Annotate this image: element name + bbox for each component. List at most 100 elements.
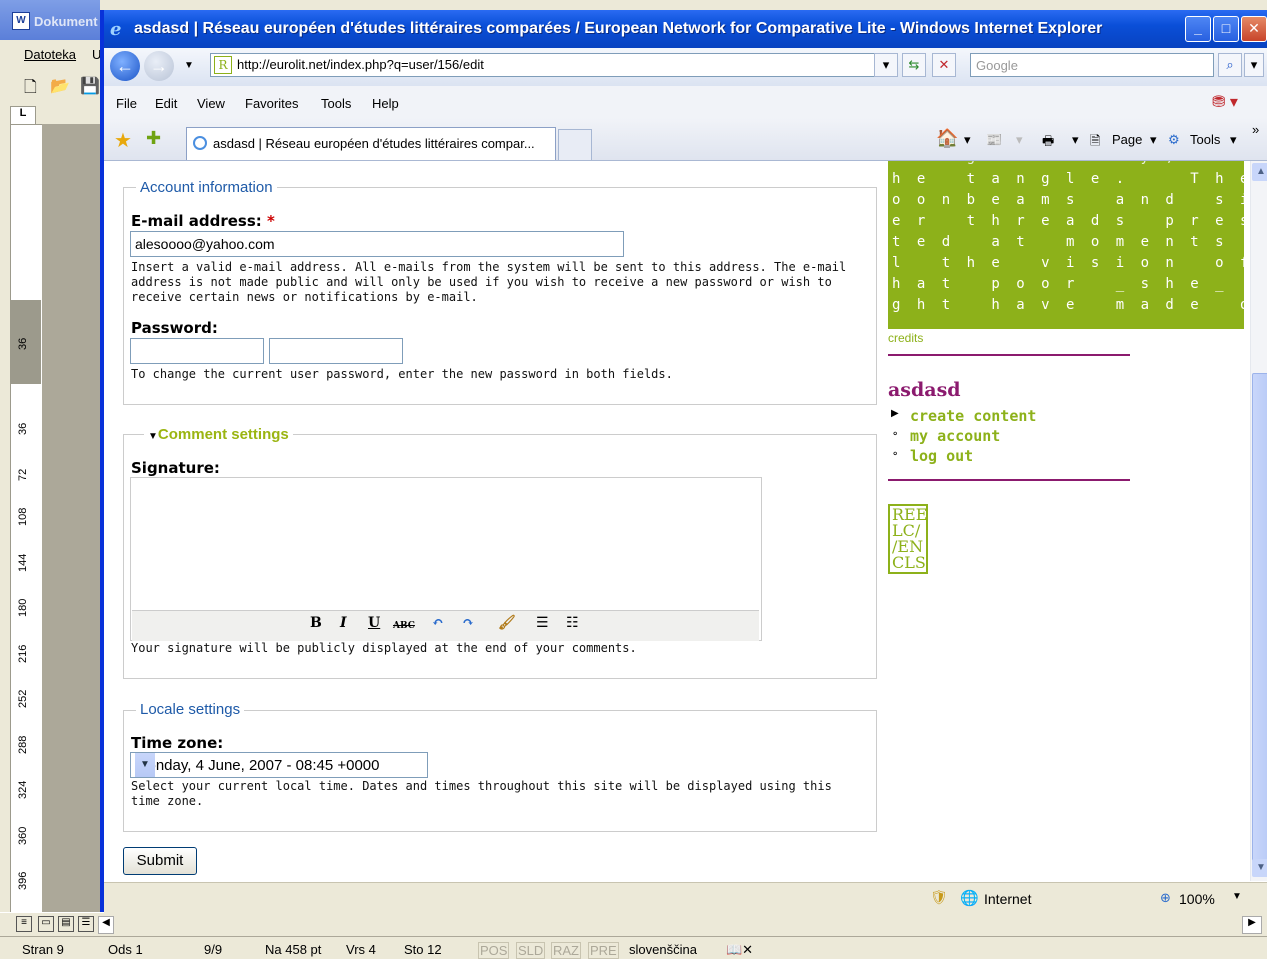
save-icon[interactable]: 💾	[80, 76, 100, 96]
page-dropdown-icon[interactable]: ▾	[1150, 132, 1157, 148]
italic-icon[interactable]: I	[340, 615, 347, 631]
address-dropdown-icon[interactable]: ▾	[874, 53, 898, 77]
scroll-down-icon[interactable]: ▼	[1252, 859, 1267, 877]
search-options-icon[interactable]: ▾	[1244, 53, 1264, 77]
word-menu-file[interactable]: Datoteka	[24, 47, 76, 62]
spelling-status-icon[interactable]: 📖✕	[726, 942, 753, 958]
gear-icon[interactable]: ⚙	[1168, 132, 1180, 148]
email-label: E-mail address: *	[131, 212, 275, 230]
ie-navigation-bar: ← → ▼ R http://eurolit.net/index.php?q=u…	[104, 48, 1267, 86]
stop-icon[interactable]: ✕	[932, 53, 956, 77]
scroll-left-icon[interactable]: ◀	[98, 916, 114, 934]
scroll-right-icon[interactable]: ▶	[1242, 916, 1262, 934]
search-input[interactable]: Google	[970, 53, 1214, 77]
history-dropdown-icon[interactable]: ▼	[184, 60, 194, 71]
scroll-thumb[interactable]	[1252, 373, 1267, 865]
collapse-triangle-icon: ▼	[148, 431, 158, 442]
browser-tab[interactable]: asdasd | Réseau européen d'études littér…	[186, 127, 556, 160]
ie-logo-icon: e	[110, 19, 122, 40]
zoom-icon: ⊕	[1160, 890, 1171, 905]
strikethrough-icon[interactable]: ABC	[393, 621, 415, 631]
minimize-icon[interactable]: _	[1185, 16, 1211, 42]
required-mark: *	[267, 212, 275, 230]
word-page-gutter	[42, 124, 100, 914]
chevron-more-icon[interactable]: »	[1252, 122, 1259, 137]
credits-link[interactable]: credits	[888, 331, 923, 345]
protected-mode-icon[interactable]: 🛡	[930, 889, 948, 906]
feeds-icon[interactable]: 📰	[986, 132, 1002, 148]
vertical-ruler[interactable]: 36 36 72 108 144 180 216 252 288 324 360 396	[10, 124, 44, 916]
locale-legend: Locale settings	[136, 701, 245, 718]
word-horizontal-scrollbar[interactable]: ≡ ▭ ▤ ☰ ◀ ▶	[0, 912, 1267, 937]
menu-file[interactable]: File	[116, 96, 137, 111]
security-zone[interactable]: Internet	[984, 891, 1031, 907]
password-input[interactable]	[130, 338, 264, 364]
print-view-icon[interactable]: ▤	[58, 916, 74, 932]
tools-menu-button[interactable]: Tools	[1190, 132, 1220, 147]
comment-legend[interactable]: ▼Comment settings	[144, 426, 293, 443]
status-trk[interactable]: SLD	[516, 942, 546, 959]
page-menu-icon[interactable]: 🗎	[1090, 132, 1100, 154]
sidebar-divider	[888, 479, 1130, 481]
menu-favorites[interactable]: Favorites	[245, 96, 298, 111]
password-confirm-input[interactable]	[269, 338, 403, 364]
site-logo[interactable]: REE LC/ /EN CLS	[888, 504, 928, 574]
refresh-icon[interactable]: ⇆	[902, 53, 926, 77]
home-icon[interactable]: 🏠	[936, 128, 958, 149]
open-folder-icon[interactable]: 📂	[50, 76, 70, 96]
word-toolbar: 🗋 📂 💾	[0, 68, 100, 102]
underline-icon[interactable]: U	[368, 615, 380, 631]
forward-button[interactable]: →	[144, 51, 174, 81]
numbered-list-icon[interactable]: ☷	[566, 615, 579, 631]
scroll-up-icon[interactable]: ▲	[1252, 163, 1267, 181]
print-dropdown-icon[interactable]: ▾	[1072, 132, 1079, 148]
back-button[interactable]: ←	[110, 51, 140, 81]
home-dropdown-icon[interactable]: ▾	[964, 132, 971, 148]
tools-dropdown-icon[interactable]: ▾	[1230, 132, 1237, 148]
page-vertical-scrollbar[interactable]: ▲ ▼	[1250, 161, 1267, 881]
undo-icon[interactable]: ↶	[432, 615, 444, 631]
pdf-tool-icon[interactable]: ⛃ ▾	[1212, 92, 1238, 112]
redo-icon[interactable]: ↷	[462, 615, 474, 631]
ruler-label: 216	[17, 644, 29, 663]
zoom-dropdown-icon[interactable]: ▼	[1232, 891, 1242, 902]
new-doc-icon[interactable]: 🗋	[24, 76, 37, 103]
close-icon[interactable]: ✕	[1241, 16, 1267, 42]
menu-view[interactable]: View	[197, 96, 225, 111]
my-account-link[interactable]: my account	[910, 427, 1000, 445]
bullet-list-icon[interactable]: ☰	[536, 615, 549, 631]
new-tab-button[interactable]	[558, 129, 592, 160]
address-bar[interactable]: R http://eurolit.net/index.php?q=user/15…	[210, 53, 892, 77]
quote-line: l t h e v i s i o n o f w	[892, 255, 1244, 271]
log-out-link[interactable]: log out	[910, 447, 973, 465]
timezone-select[interactable]: Monday, 4 June, 2007 - 08:45 +0000 ▼	[130, 752, 428, 778]
submit-button[interactable]: Submit	[123, 847, 197, 875]
search-icon[interactable]: ⌕	[1218, 53, 1242, 77]
signature-editor[interactable]: B I U ABC ↶ ↷ 🖌 ☰ ☷	[130, 477, 762, 641]
select-chevron-down-icon[interactable]: ▼	[135, 753, 155, 777]
status-rec[interactable]: POS	[478, 942, 510, 959]
ruler-label: 36	[17, 337, 29, 350]
status-ext[interactable]: RAZ	[551, 942, 581, 959]
outline-view-icon[interactable]: ☰	[78, 916, 94, 932]
status-ovr[interactable]: PRE	[588, 942, 619, 959]
web-view-icon[interactable]: ▭	[38, 916, 54, 932]
ruler-label: 144	[17, 553, 29, 572]
normal-view-icon[interactable]: ≡	[16, 916, 32, 932]
create-content-link[interactable]: create content	[910, 407, 1036, 425]
cleanup-brush-icon[interactable]: 🖌	[498, 615, 516, 631]
bold-icon[interactable]: B	[310, 615, 322, 631]
page-menu-button[interactable]: Page	[1112, 132, 1142, 147]
add-favorite-icon[interactable]: ✚	[146, 128, 161, 149]
menu-tools[interactable]: Tools	[321, 96, 351, 111]
maximize-icon[interactable]: □	[1213, 16, 1239, 42]
print-icon[interactable]: 🖶	[1042, 132, 1054, 154]
menu-edit[interactable]: Edit	[155, 96, 177, 111]
menu-help[interactable]: Help	[372, 96, 399, 111]
ie-title-bar: e asdasd | Réseau européen d'études litt…	[104, 10, 1267, 48]
favorites-star-icon[interactable]: ★	[114, 128, 132, 153]
feeds-dropdown-icon[interactable]: ▾	[1016, 132, 1023, 148]
ruler-label: 72	[17, 468, 29, 481]
zoom-level[interactable]: 100%	[1179, 891, 1215, 907]
email-input[interactable]: alesoooo@yahoo.com	[130, 231, 624, 257]
